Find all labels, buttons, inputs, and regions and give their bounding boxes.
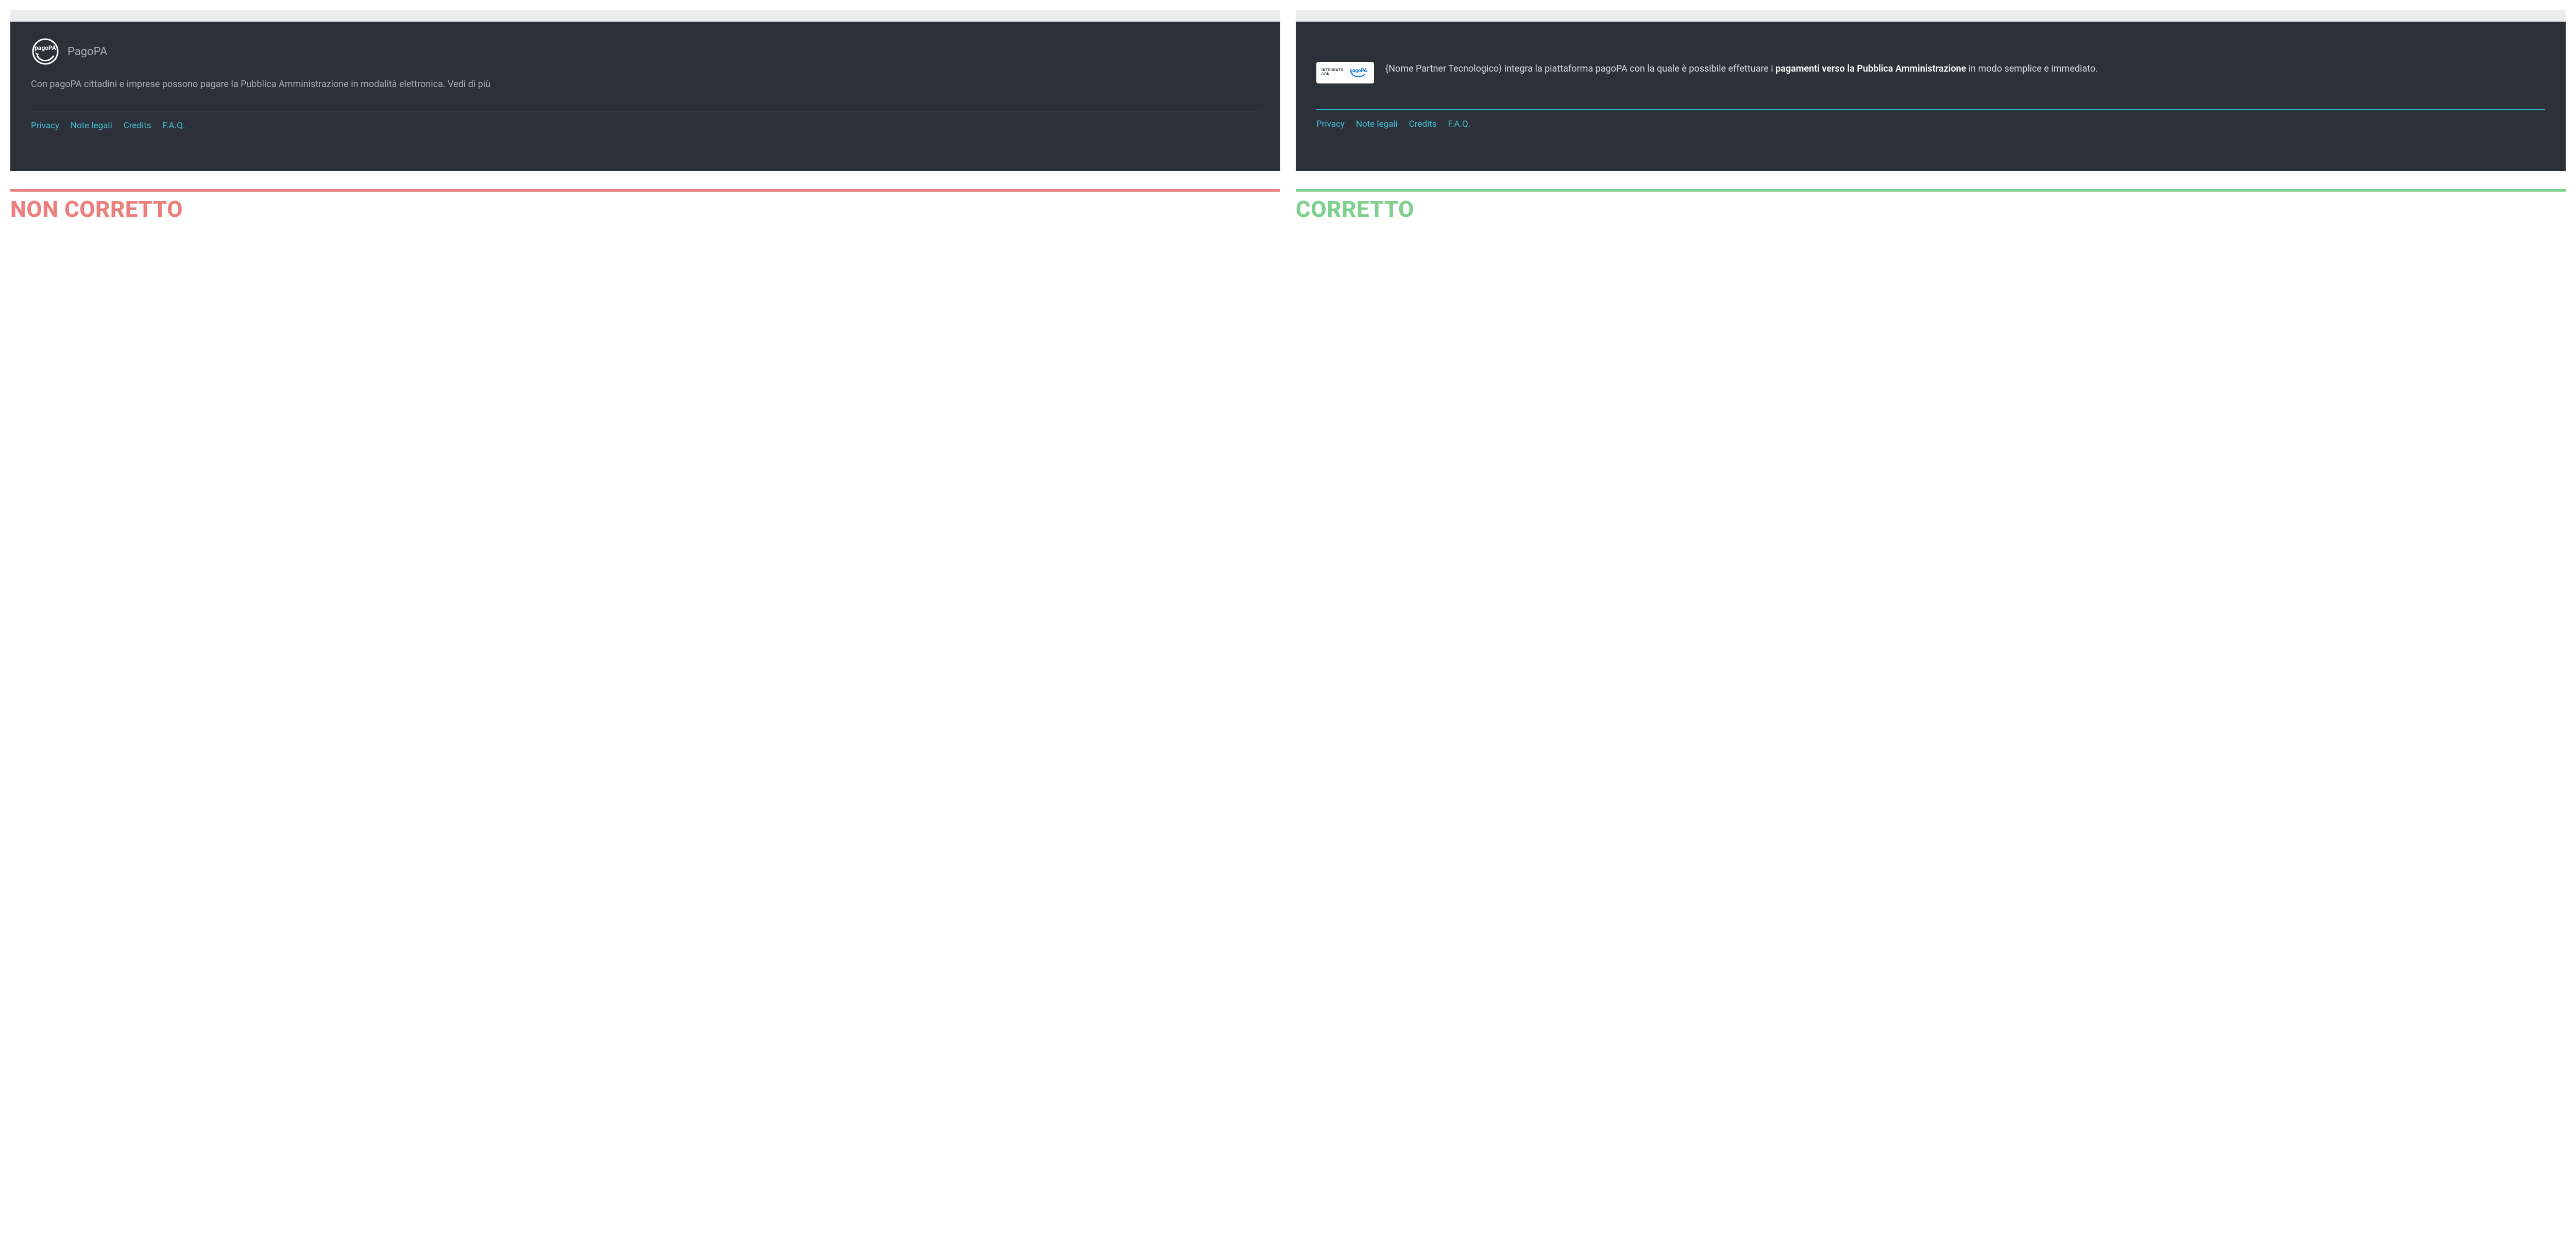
link-privacy[interactable]: Privacy [1316, 119, 1345, 129]
panel-incorrect: pagoPA PagoPA Con pagoPA cittadini e imp… [10, 10, 1280, 222]
pagopa-badge-logo-icon: pagoPA [1348, 66, 1369, 79]
logo-label: PagoPA [67, 45, 107, 58]
desc-prefix: {Nome Partner Tecnologico} integra la pi… [1385, 63, 1775, 74]
comparison-container: pagoPA PagoPA Con pagoPA cittadini e imp… [10, 10, 2566, 222]
divider [1316, 109, 2545, 110]
verdict-bar-incorrect [10, 189, 1280, 192]
integrato-con-badge: INTEGRATO CON pagoPA [1316, 62, 1374, 83]
link-credits[interactable]: Credits [124, 121, 151, 131]
link-note-legali[interactable]: Note legali [71, 121, 112, 131]
svg-text:pagoPA: pagoPA [35, 44, 57, 52]
link-faq[interactable]: F.A.Q. [1448, 119, 1471, 129]
header-strip [10, 10, 1280, 22]
desc-bold: pagamenti verso la Pubblica Amministrazi… [1775, 63, 1966, 74]
footer-box-left: pagoPA PagoPA Con pagoPA cittadini e imp… [10, 22, 1280, 171]
link-note-legali[interactable]: Note legali [1356, 119, 1398, 129]
footer-links: Privacy Note legali Credits F.A.Q. [31, 121, 1260, 131]
description-text: {Nome Partner Tecnologico} integra la pi… [1385, 62, 2545, 76]
logo-row: pagoPA PagoPA [31, 37, 1260, 66]
panel-correct: INTEGRATO CON pagoPA {Nome Partner Tecno… [1296, 10, 2566, 222]
badge-text: INTEGRATO CON [1321, 69, 1344, 76]
description-text: Con pagoPA cittadini e imprese possono p… [31, 77, 1014, 91]
footer-links: Privacy Note legali Credits F.A.Q. [1316, 119, 2545, 129]
link-credits[interactable]: Credits [1409, 119, 1437, 129]
pagopa-logo-icon: pagoPA [31, 37, 60, 66]
link-faq[interactable]: F.A.Q. [163, 121, 185, 131]
verdict-label-correct: CORRETTO [1296, 197, 2566, 222]
link-privacy[interactable]: Privacy [31, 121, 59, 131]
badge-text-line2: CON [1321, 73, 1344, 77]
verdict-bar-correct [1296, 189, 2566, 192]
footer-box-right: INTEGRATO CON pagoPA {Nome Partner Tecno… [1296, 22, 2566, 171]
integrated-row: INTEGRATO CON pagoPA {Nome Partner Tecno… [1316, 62, 2545, 83]
desc-suffix: in modo semplice e immediato. [1966, 63, 2098, 74]
verdict-label-incorrect: NON CORRETTO [10, 197, 1280, 222]
header-strip [1296, 10, 2566, 22]
